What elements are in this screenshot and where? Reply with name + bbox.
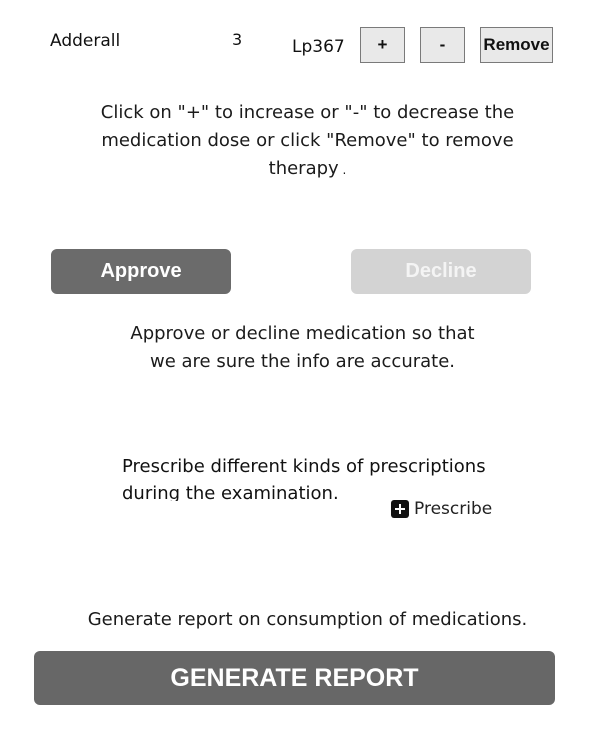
remove-therapy-button[interactable]: Remove (480, 27, 553, 63)
medication-name: Adderall (50, 31, 121, 51)
dose-instructions-line1: Click on "+" to increase or "-" to decre… (100, 102, 515, 123)
prescribe-button-label: Prescribe (414, 499, 493, 519)
dose-instructions: Click on "+" to increase or "-" to decre… (60, 99, 555, 184)
dose-instructions-line3: therapy . (268, 158, 347, 179)
approval-instructions-line1: Approve or decline medication so that (130, 323, 475, 344)
medication-code: Lp367 (292, 37, 345, 57)
dose-instructions-line3-text: therapy (268, 158, 339, 179)
prescription-instructions-line1: Prescribe different kinds of prescriptio… (122, 456, 486, 477)
prescription-instructions-line2: during the examination. (122, 483, 339, 501)
plus-square-icon (391, 500, 409, 518)
approve-button[interactable]: Approve (51, 249, 231, 294)
prescription-instructions: Prescribe different kinds of prescriptio… (122, 453, 522, 501)
generate-report-button[interactable]: GENERATE REPORT (34, 651, 555, 705)
decrease-dose-button[interactable]: - (420, 27, 465, 63)
decline-button[interactable]: Decline (351, 249, 531, 294)
approval-instructions: Approve or decline medication so that we… (110, 320, 495, 376)
medication-dose: 3 (232, 30, 243, 49)
approval-instructions-line2: we are sure the info are accurate. (149, 351, 456, 372)
increase-dose-button[interactable]: + (360, 27, 405, 63)
dose-instructions-line2: medication dose or click "Remove" to rem… (101, 130, 514, 151)
report-instructions: Generate report on consumption of medica… (87, 609, 528, 630)
prescribe-button[interactable]: Prescribe (391, 499, 492, 519)
